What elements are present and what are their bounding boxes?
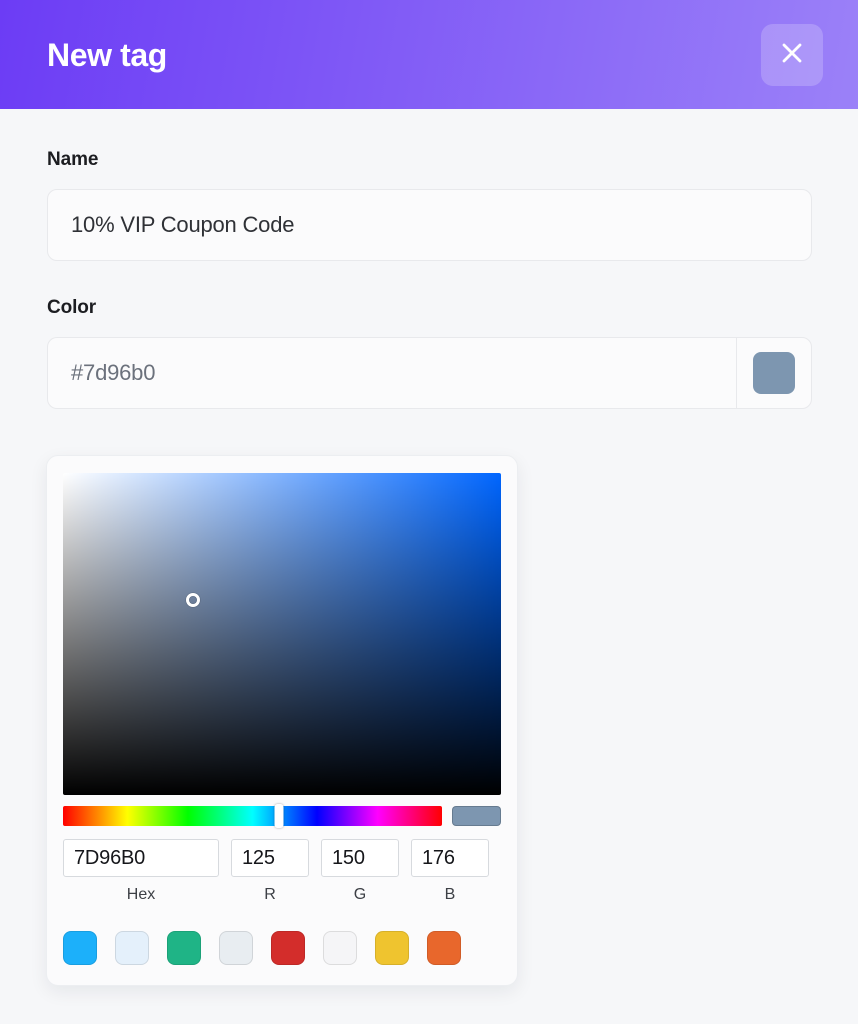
hue-slider-thumb[interactable] bbox=[274, 804, 284, 828]
saturation-value-area[interactable] bbox=[63, 473, 501, 795]
preset-swatch-teal[interactable] bbox=[167, 931, 201, 965]
color-hex-input[interactable]: #7d96b0 bbox=[47, 337, 736, 409]
blue-field-cell: 176 B bbox=[411, 839, 489, 904]
preset-swatch-orange[interactable] bbox=[427, 931, 461, 965]
preset-swatch-pale-gray-blue[interactable] bbox=[219, 931, 253, 965]
color-swatch-button[interactable] bbox=[736, 337, 812, 409]
modal-body: Name 10% VIP Coupon Code Color #7d96b0 bbox=[0, 109, 858, 409]
name-field-group: Name 10% VIP Coupon Code bbox=[47, 149, 812, 261]
green-field-cell: 150 G bbox=[321, 839, 399, 904]
color-swatch-chip bbox=[753, 352, 795, 394]
preset-swatches-row bbox=[63, 931, 501, 965]
saturation-cursor-handle[interactable] bbox=[186, 592, 201, 607]
red-field-cell: 125 R bbox=[231, 839, 309, 904]
color-preview-swatch bbox=[452, 806, 501, 826]
preset-swatch-off-white[interactable] bbox=[323, 931, 357, 965]
color-picker-panel: 7D96B0 Hex 125 R 150 G 176 B bbox=[46, 455, 518, 986]
green-caption: G bbox=[353, 886, 367, 903]
name-label: Name bbox=[47, 149, 99, 170]
blue-caption: B bbox=[444, 886, 456, 903]
color-values-row: 7D96B0 Hex 125 R 150 G 176 B bbox=[63, 839, 501, 904]
new-tag-modal: New tag Name 10% VIP Coupon Code Color #… bbox=[0, 0, 858, 1024]
hex-caption: Hex bbox=[126, 886, 156, 903]
red-caption: R bbox=[264, 886, 276, 903]
modal-header: New tag bbox=[0, 0, 858, 109]
preset-swatch-red[interactable] bbox=[271, 931, 305, 965]
green-input[interactable]: 150 bbox=[321, 839, 399, 877]
color-input-group: #7d96b0 bbox=[47, 337, 812, 409]
close-icon bbox=[777, 38, 807, 71]
hue-slider[interactable] bbox=[63, 804, 442, 828]
hex-field-cell: 7D96B0 Hex bbox=[63, 839, 219, 904]
color-field-group: Color #7d96b0 bbox=[47, 297, 812, 409]
page-title: New tag bbox=[47, 36, 167, 73]
close-button[interactable] bbox=[761, 23, 823, 86]
hex-input[interactable]: 7D96B0 bbox=[63, 839, 219, 877]
color-label: Color bbox=[47, 297, 97, 318]
name-input[interactable]: 10% VIP Coupon Code bbox=[47, 189, 812, 261]
blue-input[interactable]: 176 bbox=[411, 839, 489, 877]
preset-swatch-gold[interactable] bbox=[375, 931, 409, 965]
preset-swatch-blue[interactable] bbox=[63, 931, 97, 965]
red-input[interactable]: 125 bbox=[231, 839, 309, 877]
preset-swatch-pale-blue[interactable] bbox=[115, 931, 149, 965]
hue-slider-row bbox=[63, 804, 501, 828]
